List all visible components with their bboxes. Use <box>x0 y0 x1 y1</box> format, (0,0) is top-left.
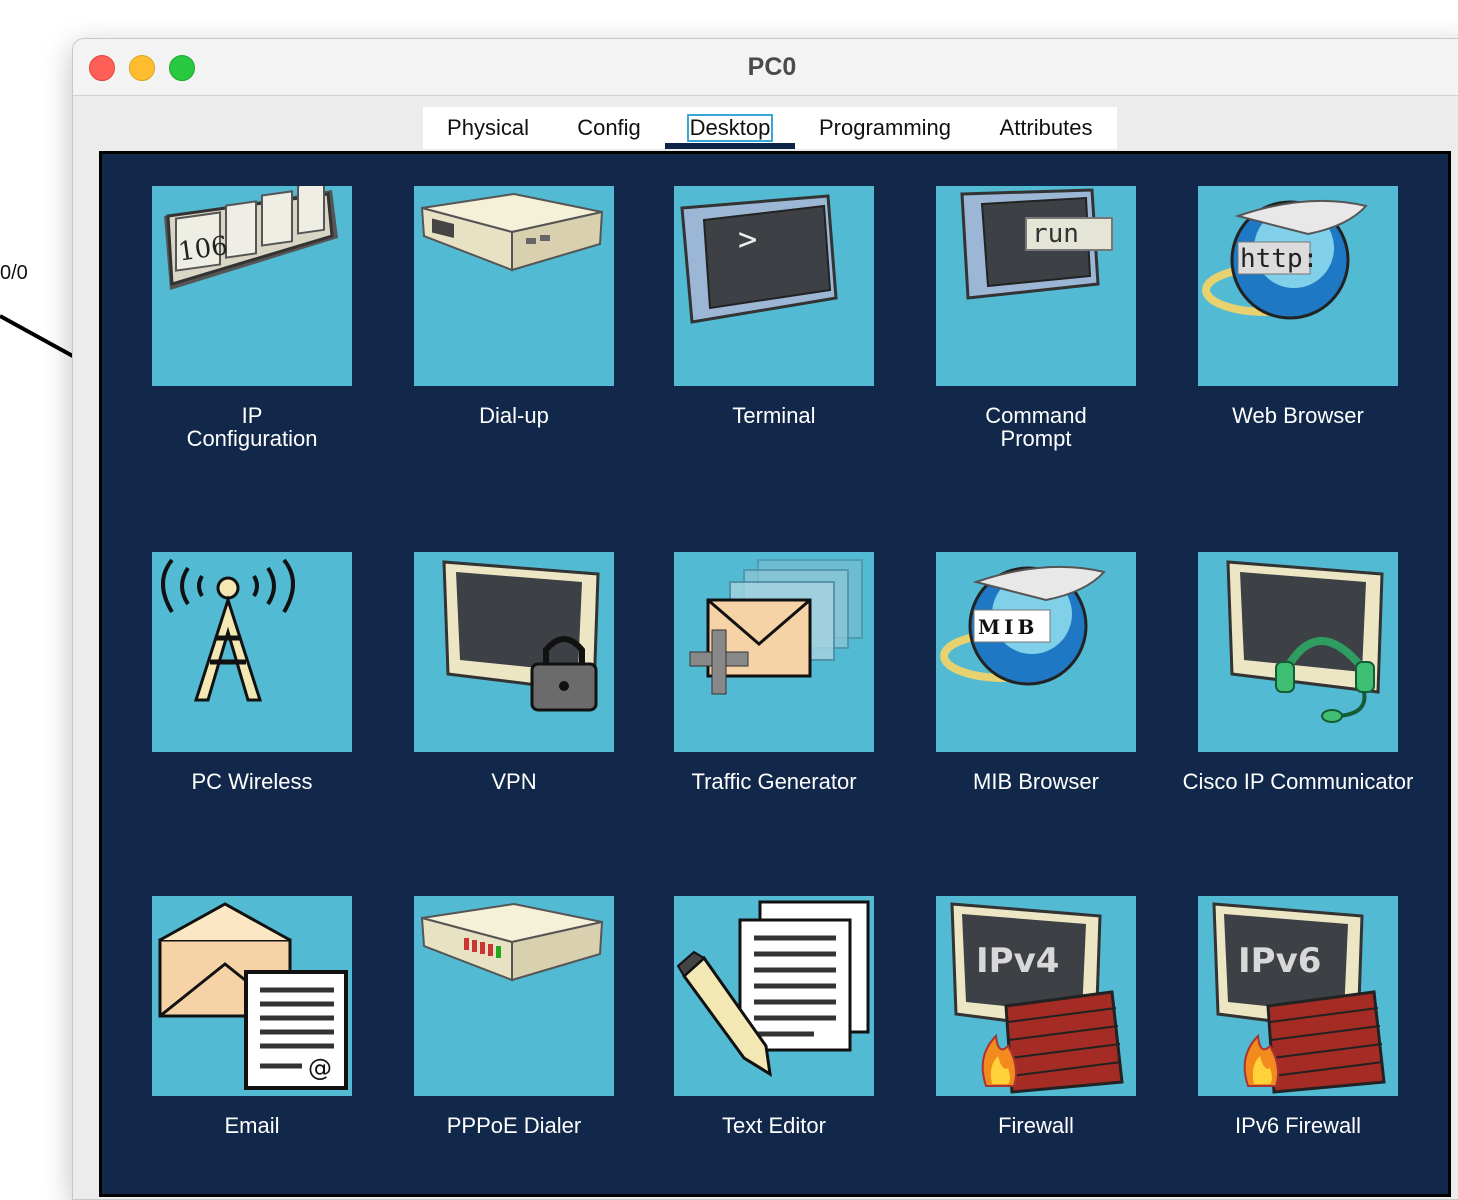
vpn-monitor-lock-icon <box>414 552 614 752</box>
svg-text:>: > <box>738 220 757 258</box>
app-label: Email <box>224 1113 280 1138</box>
app-label: PC Wireless <box>191 769 313 794</box>
desktop-panel: 106 IP Configuration Dial-up > Terminal … <box>99 151 1451 1197</box>
command-prompt-icon: run <box>936 186 1136 386</box>
app-label: Dial-up <box>479 403 549 428</box>
window-title: PC0 <box>747 53 797 81</box>
app-label: VPN <box>491 769 537 794</box>
svg-text:run: run <box>1032 219 1079 249</box>
traffic-generator-icon <box>674 552 874 752</box>
pppoe-dialer-icon <box>414 896 614 1096</box>
ip-configuration-icon: 106 <box>152 186 352 386</box>
title-bar: PC0 <box>73 39 1458 96</box>
svg-text:IPv6: IPv6 <box>1238 941 1321 981</box>
dialup-modem-icon <box>414 186 614 386</box>
tab-programming[interactable]: Programming <box>795 107 975 149</box>
app-label: Command Prompt <box>985 403 1087 451</box>
tab-programming-label: Programming <box>818 115 952 140</box>
app-label: Traffic Generator <box>691 769 857 794</box>
tab-attributes[interactable]: Attributes <box>975 107 1117 149</box>
web-browser-icon: http: <box>1198 186 1398 386</box>
pc0-window: PC0 Physical Config Desktop Programming … <box>72 38 1458 1200</box>
email-icon: @ <box>152 896 352 1096</box>
tab-physical[interactable]: Physical <box>423 107 553 149</box>
terminal-icon: > <box>674 186 874 386</box>
tab-attributes-label: Attributes <box>999 115 1093 140</box>
svg-text:http:: http: <box>1240 244 1318 274</box>
svg-text:MIB: MIB <box>978 615 1038 639</box>
app-label: Text Editor <box>722 1113 826 1138</box>
tab-config[interactable]: Config <box>553 107 665 149</box>
tab-desktop[interactable]: Desktop <box>665 107 795 149</box>
app-label: Firewall <box>998 1113 1074 1138</box>
svg-text:@: @ <box>308 1054 332 1082</box>
app-label: Web Browser <box>1232 403 1364 428</box>
firewall-ipv4-icon: IPv4 <box>936 896 1136 1096</box>
text-editor-icon <box>674 896 874 1096</box>
app-label: IPv6 Firewall <box>1235 1113 1361 1138</box>
app-label: MIB Browser <box>973 769 1099 794</box>
app-label: Terminal <box>732 403 816 428</box>
ip-communicator-headset-icon <box>1198 552 1398 752</box>
svg-text:IPv4: IPv4 <box>976 941 1059 981</box>
tab-physical-label: Physical <box>447 115 529 140</box>
mib-browser-icon: MIB <box>936 552 1136 752</box>
tab-config-label: Config <box>577 115 641 140</box>
wireless-tower-icon <box>152 552 352 752</box>
firewall-ipv6-icon: IPv6 <box>1198 896 1398 1096</box>
tab-bar: Physical Config Desktop Programming Attr… <box>423 107 1117 149</box>
app-label: Cisco IP Communicator <box>1182 769 1414 794</box>
tab-desktop-label: Desktop <box>686 114 774 142</box>
interface-label: 0/0 <box>0 262 28 284</box>
app-label: IP Configuration <box>186 403 318 451</box>
app-label: PPPoE Dialer <box>446 1113 582 1138</box>
